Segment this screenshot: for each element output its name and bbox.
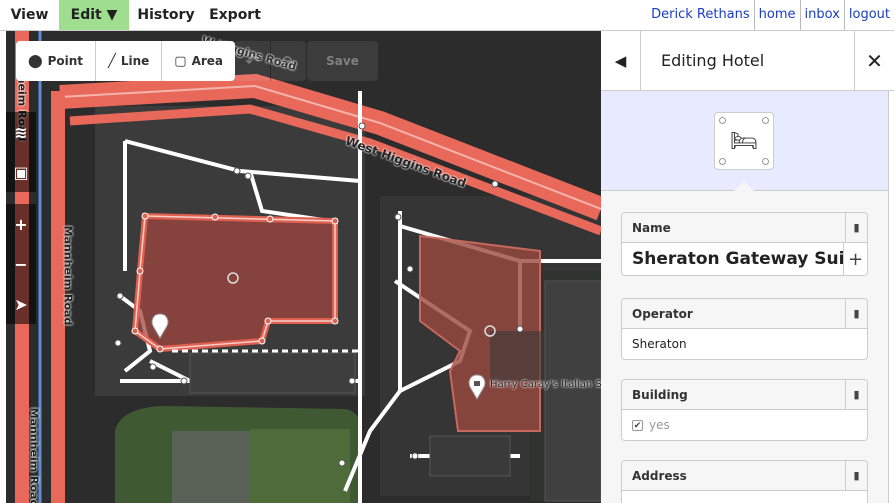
undo-redo-group: ↶ ↷ <box>234 41 306 81</box>
operator-label: Operator ▮ <box>622 299 867 329</box>
operator-bookmark-button[interactable]: ▮ <box>845 299 867 329</box>
map-data-icon: ▣ <box>13 162 29 182</box>
sidebar-scrollbar[interactable] <box>888 91 894 503</box>
undo-button[interactable]: ↶ <box>234 41 270 81</box>
add-area-label: Area <box>191 54 224 68</box>
locate-arrow-icon: ➤ <box>14 294 28 314</box>
road-label-mannheim-3: Mannheim Road <box>27 407 41 503</box>
top-menu-bar: View Edit ▼ History Export Derick Rethan… <box>0 0 894 31</box>
user-name-link[interactable]: Derick Rethans <box>647 0 754 30</box>
checkbox-checked-icon[interactable]: ✔ <box>632 420 643 431</box>
add-area-button[interactable]: ▢ Area <box>162 41 235 81</box>
bed-icon: 🛏 <box>730 128 758 154</box>
add-line-label: Line <box>120 54 150 68</box>
add-point-label: Point <box>47 54 83 68</box>
bookmark-icon: ▮ <box>853 469 860 482</box>
poi-label-harry-carays: Harry Caray's Italian S <box>490 379 601 390</box>
map-controls: ≋ ▣ + − ➤ <box>6 112 36 324</box>
logout-link[interactable]: logout <box>843 0 894 30</box>
name-label-text: Name <box>632 221 671 235</box>
bookmark-icon: ▮ <box>853 388 860 401</box>
inspector-title: Editing Hotel <box>661 51 765 70</box>
map-imagery <box>0 31 601 503</box>
zoom-out-button[interactable]: − <box>6 244 36 284</box>
menu-view[interactable]: View <box>0 0 59 30</box>
name-bookmark-button[interactable]: ▮ <box>845 213 867 243</box>
undo-icon: ↶ <box>245 51 259 71</box>
inspector-sidebar: ◀ Editing Hotel ✕ 🛏 Name ▮ Sheraton Gate… <box>601 31 894 503</box>
preset-pointer <box>734 181 754 191</box>
address-label-text: Address <box>632 469 687 483</box>
inbox-link[interactable]: inbox <box>799 0 844 30</box>
menu-history[interactable]: History <box>129 0 203 30</box>
line-icon: ╱ <box>108 53 116 69</box>
inspector-header: ◀ Editing Hotel ✕ <box>601 31 894 91</box>
preset-area: 🛏 <box>601 91 894 191</box>
add-point-button[interactable]: ⬤ Point <box>16 41 96 81</box>
draw-toolbar: ⬤ Point ╱ Line ▢ Area <box>16 41 236 81</box>
map-canvas[interactable]: W Higgins Road West Higgins Road Mannhei… <box>0 31 601 503</box>
road-label-mannheim-2: Mannheim Road <box>61 225 75 326</box>
plus-icon: + <box>847 248 864 270</box>
save-button[interactable]: Save <box>307 41 378 81</box>
triangle-left-icon: ◀ <box>614 52 627 70</box>
map-data-button[interactable]: ▣ <box>6 152 36 192</box>
layers-icon: ≋ <box>14 122 28 142</box>
home-link[interactable]: home <box>753 0 800 30</box>
name-input[interactable]: Sheraton Gateway Suites <box>622 243 867 275</box>
address-bookmark-button[interactable]: ▮ <box>845 461 867 491</box>
menu-edit[interactable]: Edit ▼ <box>59 0 129 30</box>
name-field: Name ▮ Sheraton Gateway Suites + <box>621 212 868 276</box>
plus-icon: + <box>14 214 28 234</box>
building-field: Building ▮ ✔ yes <box>621 379 868 441</box>
layers-button[interactable]: ≋ <box>6 112 36 152</box>
add-line-button[interactable]: ╱ Line <box>96 41 163 81</box>
building-bookmark-button[interactable]: ▮ <box>845 380 867 410</box>
operator-input[interactable]: Sheraton <box>622 329 867 359</box>
user-links: Derick Rethans home inbox logout <box>647 0 894 30</box>
back-to-presets-button[interactable]: ◀ <box>601 31 641 91</box>
building-label: Building ▮ <box>622 380 867 410</box>
address-label: Address ▮ <box>622 461 867 491</box>
building-value: yes <box>649 418 670 432</box>
operator-field: Operator ▮ Sheraton <box>621 298 868 360</box>
name-label: Name ▮ <box>622 213 867 243</box>
add-localized-name-button[interactable]: + <box>843 243 867 275</box>
address-input[interactable] <box>622 491 867 503</box>
operator-label-text: Operator <box>632 307 693 321</box>
bookmark-icon: ▮ <box>853 221 860 234</box>
redo-button[interactable]: ↷ <box>270 41 306 81</box>
zoom-in-button[interactable]: + <box>6 204 36 244</box>
area-icon: ▢ <box>174 53 187 69</box>
menu-export[interactable]: Export <box>203 0 267 30</box>
minus-icon: − <box>14 254 28 274</box>
building-checkbox-row[interactable]: ✔ yes <box>622 410 867 440</box>
building-label-text: Building <box>632 388 688 402</box>
close-inspector-button[interactable]: ✕ <box>854 31 894 91</box>
point-icon: ⬤ <box>28 53 43 69</box>
address-field: Address ▮ <box>621 460 868 503</box>
close-icon: ✕ <box>866 49 883 73</box>
geolocate-button[interactable]: ➤ <box>6 284 36 324</box>
preset-icon-button[interactable]: 🛏 <box>714 112 774 170</box>
bookmark-icon: ▮ <box>853 307 860 320</box>
redo-icon: ↷ <box>281 51 296 71</box>
